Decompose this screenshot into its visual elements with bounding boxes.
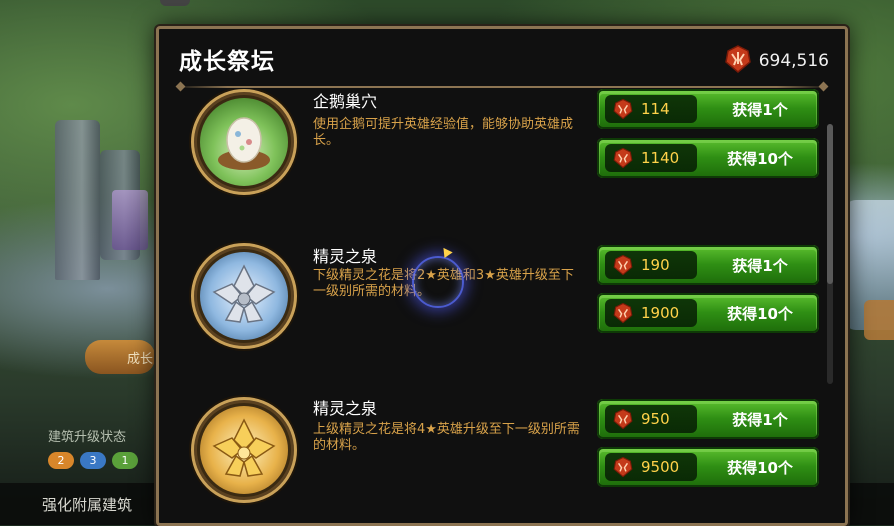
- list-item: 精灵之泉 下级精灵之花是将2★英雄和3★英雄升级至下一级别所需的材料。 190 …: [159, 243, 819, 397]
- silver-flower-icon: [191, 243, 297, 349]
- background-tab-right: [864, 300, 894, 340]
- building-upgrade-status-label: 建筑升级状态: [48, 430, 127, 445]
- header-divider: [175, 86, 829, 88]
- background-crystal: [112, 190, 148, 250]
- red-crest-token-icon: [611, 408, 635, 434]
- price: 1140: [641, 149, 680, 167]
- buy-10-button[interactable]: 1900 获得10个: [597, 293, 819, 333]
- list-item: 企鹅巢穴 使用企鹅可提升英雄经验值，能够协助英雄成长。 114 获得1个 114…: [159, 89, 819, 243]
- buy-1-button[interactable]: 190 获得1个: [597, 245, 819, 285]
- egg-nest-icon: [191, 89, 297, 195]
- top-ornament: [160, 0, 190, 6]
- price-box: 1900: [605, 299, 697, 327]
- price: 1900: [641, 304, 680, 322]
- buy-1-button[interactable]: 950 获得1个: [597, 399, 819, 439]
- currency-display: 694,516: [723, 44, 829, 78]
- status-badge: 3: [80, 452, 106, 469]
- item-description: 上级精灵之花是将4★英雄升级至下一级别所需的材料。: [313, 422, 580, 453]
- item-name: 精灵之泉: [313, 247, 378, 266]
- upgrade-status-badges: 2 3 1: [48, 452, 138, 469]
- status-badge: 1: [112, 452, 138, 469]
- price: 114: [641, 100, 670, 118]
- red-crest-token-icon: [611, 302, 635, 328]
- modal-title: 成长祭坛: [179, 49, 275, 75]
- price: 9500: [641, 458, 680, 476]
- growth-altar-modal: 成长祭坛 694,516 企鹅巢穴 使用企鹅可提升英雄经验值，能够协助英雄成长。…: [156, 26, 848, 526]
- item-description: 使用企鹅可提升英雄经验值，能够协助英雄成长。: [313, 117, 574, 148]
- price: 950: [641, 410, 670, 428]
- buy-button-label: 获得1个: [732, 257, 788, 275]
- buy-10-button[interactable]: 1140 获得10个: [597, 138, 819, 178]
- buy-button-label: 获得10个: [727, 305, 793, 323]
- price-box: 950: [605, 405, 697, 433]
- list-item: 精灵之泉 上级精灵之花是将4★英雄升级至下一级别所需的材料。 950 获得1个 …: [159, 397, 819, 523]
- buy-button-label: 获得10个: [727, 150, 793, 168]
- background-growth-tab[interactable]: 成长: [85, 340, 155, 374]
- item-list[interactable]: 企鹅巢穴 使用企鹅可提升英雄经验值，能够协助英雄成长。 114 获得1个 114…: [159, 89, 845, 523]
- touch-indicator: [412, 256, 464, 308]
- price-box: 1140: [605, 144, 697, 172]
- gold-flower-icon: [191, 397, 297, 503]
- price-box: 9500: [605, 453, 697, 481]
- scrollbar-thumb[interactable]: [827, 124, 833, 284]
- item-name: 精灵之泉: [313, 399, 378, 418]
- red-crest-token-icon: [723, 44, 753, 78]
- buy-button-label: 获得10个: [727, 459, 793, 477]
- item-name: 企鹅巢穴: [313, 92, 378, 111]
- modal-header: 成长祭坛 694,516: [159, 29, 845, 85]
- buy-button-label: 获得1个: [732, 411, 788, 429]
- price-box: 114: [605, 95, 697, 123]
- enhance-attached-building-label[interactable]: 强化附属建筑: [42, 494, 132, 515]
- list-scrollbar[interactable]: [827, 124, 833, 384]
- buy-10-button[interactable]: 9500 获得10个: [597, 447, 819, 487]
- background-stone: [55, 120, 100, 280]
- background-growth-tab-label: 成长: [127, 352, 154, 367]
- currency-amount: 694,516: [758, 51, 829, 71]
- red-crest-token-icon: [611, 254, 635, 280]
- red-crest-token-icon: [611, 98, 635, 124]
- buy-button-label: 获得1个: [732, 101, 788, 119]
- status-badge: 2: [48, 452, 74, 469]
- price: 190: [641, 256, 670, 274]
- price-box: 190: [605, 251, 697, 279]
- red-crest-token-icon: [611, 147, 635, 173]
- buy-1-button[interactable]: 114 获得1个: [597, 89, 819, 129]
- red-crest-token-icon: [611, 456, 635, 482]
